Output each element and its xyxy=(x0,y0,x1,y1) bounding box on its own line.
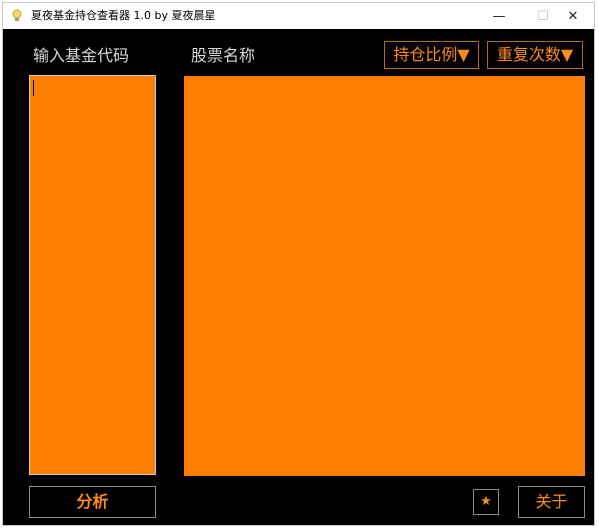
sort-repeat-count-button[interactable]: 重复次数▼ xyxy=(487,41,583,69)
window-title: 夏夜基金持仓查看器 1.0 by 夏夜晨星 xyxy=(31,9,216,22)
text-caret xyxy=(33,80,34,96)
minimize-button[interactable]: — xyxy=(477,3,521,29)
star-icon: ★ xyxy=(480,494,492,509)
fund-code-label: 输入基金代码 xyxy=(33,46,130,65)
lightbulb-icon xyxy=(12,9,22,21)
main-panel: 输入基金代码 股票名称 持仓比例▼ 重复次数▼ 分析 ★ 关于 xyxy=(3,29,594,525)
stock-name-label: 股票名称 xyxy=(191,46,256,65)
star-button[interactable]: ★ xyxy=(473,489,499,515)
sort-holding-ratio-button[interactable]: 持仓比例▼ xyxy=(384,41,479,69)
about-button[interactable]: 关于 xyxy=(518,486,585,518)
app-window: 夏夜基金持仓查看器 1.0 by 夏夜晨星 — ☐ ✕ 输入基金代码 股票名称 … xyxy=(2,2,595,526)
stock-results-list[interactable] xyxy=(184,76,585,476)
fund-code-input[interactable] xyxy=(29,75,156,475)
title-bar[interactable]: 夏夜基金持仓查看器 1.0 by 夏夜晨星 — ☐ ✕ xyxy=(3,3,594,29)
analyze-button[interactable]: 分析 xyxy=(29,486,156,518)
close-button[interactable]: ✕ xyxy=(551,3,595,29)
